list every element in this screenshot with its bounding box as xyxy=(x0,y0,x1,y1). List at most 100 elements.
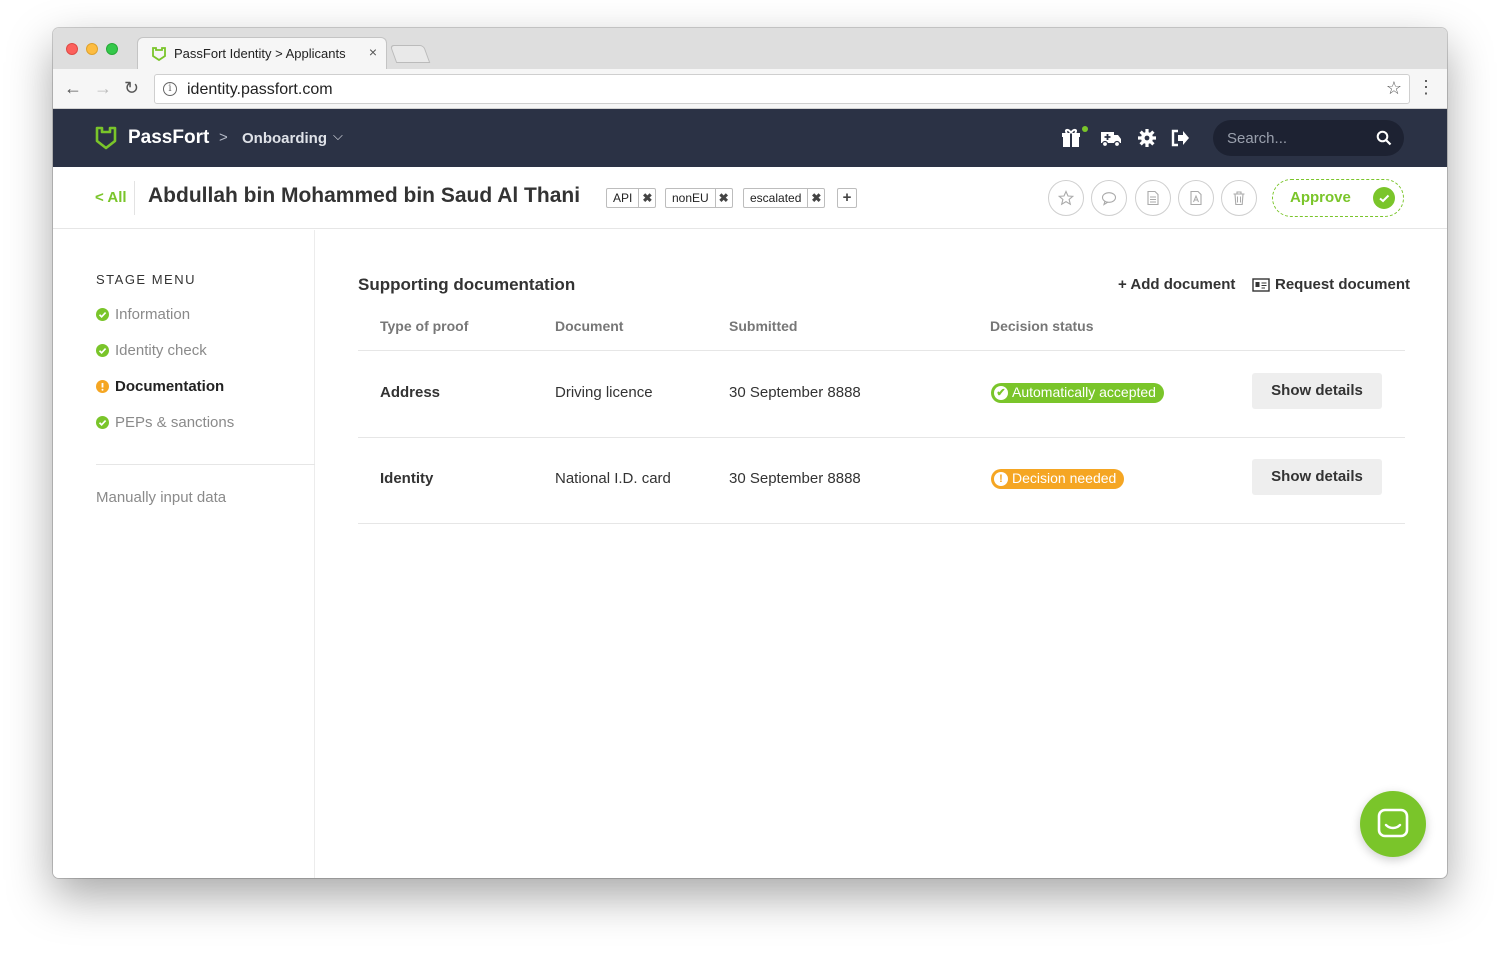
pdf-export-button[interactable] xyxy=(1178,180,1214,216)
passfort-logo-icon[interactable] xyxy=(95,126,117,150)
check-circle-icon xyxy=(96,344,109,357)
tab-strip: PassFort Identity > Applicants × xyxy=(53,28,1447,69)
favourite-button[interactable] xyxy=(1048,180,1084,216)
search-box[interactable] xyxy=(1213,120,1404,156)
bookmark-star-icon[interactable]: ☆ xyxy=(1386,78,1402,99)
table-divider xyxy=(358,437,1405,438)
sidebar-divider xyxy=(96,464,315,465)
ambulance-icon[interactable] xyxy=(1100,127,1122,149)
approve-label: Approve xyxy=(1290,189,1351,206)
remove-tag-icon[interactable]: ✖ xyxy=(714,189,732,207)
cell-type: Identity xyxy=(380,470,434,487)
chat-launcher-button[interactable] xyxy=(1360,791,1426,857)
cell-document: National I.D. card xyxy=(555,470,671,487)
breadcrumb-onboarding[interactable]: Onboarding xyxy=(242,130,327,147)
passfort-shield-icon xyxy=(152,47,166,62)
new-tab-button[interactable] xyxy=(389,45,431,63)
tag-label: API xyxy=(613,191,633,205)
logo-text[interactable]: PassFort xyxy=(128,127,209,149)
info-icon[interactable]: i xyxy=(163,82,177,96)
add-document-button[interactable]: + Add document xyxy=(1118,276,1235,293)
stage-item-label: Documentation xyxy=(115,378,225,395)
tag-api: API ✖ xyxy=(606,188,657,208)
remove-tag-icon[interactable]: ✖ xyxy=(638,189,655,207)
browser-toolbar: ← → ↻ i identity.passfort.com ☆ ⋮ xyxy=(53,69,1447,109)
browser-tab-active[interactable]: PassFort Identity > Applicants × xyxy=(137,37,387,69)
cell-type: Address xyxy=(380,384,441,401)
column-header-decision-status: Decision status xyxy=(990,318,1094,334)
tab-close-icon[interactable]: × xyxy=(369,44,377,60)
reload-icon[interactable]: ↻ xyxy=(124,78,139,98)
cell-document: Driving licence xyxy=(555,384,653,401)
tag-escalated: escalated ✖ xyxy=(743,188,826,208)
delete-button[interactable] xyxy=(1221,180,1257,216)
remove-tag-icon[interactable]: ✖ xyxy=(807,189,824,207)
url-text[interactable]: identity.passfort.com xyxy=(187,81,333,99)
chevron-down-icon[interactable]: ⌵ xyxy=(333,128,343,144)
stage-item-label: Information xyxy=(115,306,191,323)
search-icon[interactable] xyxy=(1376,130,1392,146)
stage-item-label: Identity check xyxy=(115,342,207,359)
stage-menu-title: STAGE MENU xyxy=(96,272,196,287)
chat-icon xyxy=(1377,808,1409,838)
app-header: PassFort > Onboarding ⌵ xyxy=(53,109,1447,167)
trash-icon xyxy=(1233,191,1245,206)
star-icon xyxy=(1058,190,1074,206)
check-circle-icon xyxy=(1373,187,1395,209)
logout-icon[interactable] xyxy=(1169,127,1191,149)
section-title: Supporting documentation xyxy=(358,275,576,294)
status-label: Automatically accepted xyxy=(1012,384,1156,400)
stage-menu: STAGE MENU Information Identity check Do… xyxy=(53,230,315,878)
status-label: Decision needed xyxy=(1012,470,1117,486)
status-badge: ✔ Automatically accepted xyxy=(991,383,1164,403)
add-tag-button[interactable]: + xyxy=(837,188,857,208)
cell-submitted: 30 September 8888 xyxy=(729,384,861,401)
minimize-window-button[interactable] xyxy=(86,43,98,55)
close-window-button[interactable] xyxy=(66,43,78,55)
gear-icon[interactable] xyxy=(1136,127,1158,149)
column-header-type: Type of proof xyxy=(380,318,469,334)
pdf-icon xyxy=(1190,190,1202,206)
forward-arrow-icon[interactable]: → xyxy=(94,78,112,98)
applicant-name: Abdullah bin Mohammed bin Saud Al Thani xyxy=(148,184,581,207)
column-header-document: Document xyxy=(555,318,624,334)
back-arrow-icon[interactable]: ← xyxy=(64,78,82,98)
divider xyxy=(134,181,135,215)
comment-button[interactable] xyxy=(1091,180,1127,216)
manually-input-data-link[interactable]: Manually input data xyxy=(96,489,226,506)
warning-circle-icon xyxy=(96,380,109,393)
notification-dot xyxy=(1082,126,1088,132)
request-document-label: Request document xyxy=(1275,276,1411,293)
check-circle-icon xyxy=(96,308,109,321)
address-bar[interactable]: i identity.passfort.com ☆ xyxy=(154,74,1410,104)
document-icon xyxy=(1147,190,1159,206)
show-details-button[interactable]: Show details xyxy=(1252,373,1382,409)
main-content: Supporting documentation + Add document … xyxy=(316,230,1447,878)
zoom-window-button[interactable] xyxy=(106,43,118,55)
cell-submitted: 30 September 8888 xyxy=(729,470,861,487)
browser-menu-icon[interactable]: ⋮ xyxy=(1417,77,1435,97)
tag-label: nonEU xyxy=(672,191,709,205)
document-button[interactable] xyxy=(1135,180,1171,216)
approve-button[interactable]: Approve xyxy=(1272,179,1404,217)
stage-item-label: PEPs & sanctions xyxy=(115,414,235,431)
column-header-submitted: Submitted xyxy=(729,318,798,334)
breadcrumb-separator: > xyxy=(219,129,228,146)
table-divider xyxy=(358,523,1405,524)
id-card-icon xyxy=(1252,278,1270,292)
gift-icon[interactable] xyxy=(1060,127,1082,149)
tab-title: PassFort Identity > Applicants xyxy=(174,46,346,61)
comment-icon xyxy=(1101,192,1117,206)
status-badge: ! Decision needed xyxy=(991,469,1125,489)
browser-window: PassFort Identity > Applicants × ← → ↻ i… xyxy=(53,28,1447,878)
warning-circle-icon: ! xyxy=(994,472,1008,486)
check-circle-icon xyxy=(96,416,109,429)
check-circle-icon: ✔ xyxy=(994,386,1008,400)
applicant-header: < All Abdullah bin Mohammed bin Saud Al … xyxy=(53,167,1447,229)
search-input[interactable] xyxy=(1225,128,1365,148)
table-divider xyxy=(358,350,1405,351)
tag-label: escalated xyxy=(750,191,802,205)
back-to-all-link[interactable]: < All xyxy=(95,189,127,206)
tag-noneu: nonEU ✖ xyxy=(665,188,733,208)
show-details-button[interactable]: Show details xyxy=(1252,459,1382,495)
